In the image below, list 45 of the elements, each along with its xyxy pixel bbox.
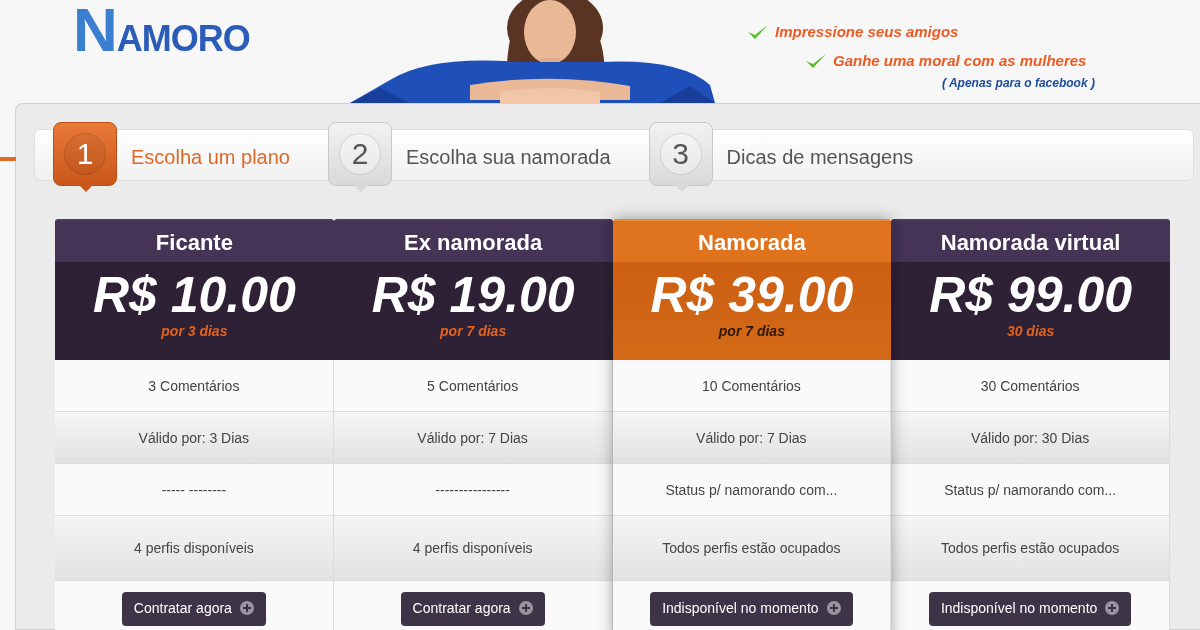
plus-icon xyxy=(239,601,254,615)
feature-text: Status p/ namorando com... xyxy=(665,481,838,498)
plan-period: 30 dias xyxy=(1005,324,1056,338)
check-icon xyxy=(747,22,769,41)
plan-button[interactable]: Contratar agora xyxy=(400,592,545,626)
tagline: Impressione seus amigos xyxy=(775,23,959,40)
plan-name: Namorada virtual xyxy=(891,221,1170,262)
plan-name: Ficante xyxy=(55,221,334,262)
tagline: Ganhe uma moral com as mulheres xyxy=(833,52,1087,69)
feature-text: 5 Comentários xyxy=(427,377,519,394)
facebook-note: ( Apenas para o facebook ) xyxy=(942,76,1096,90)
logo: NAMORO xyxy=(73,0,251,60)
feature-text: Válido por: 7 Dias xyxy=(417,429,528,446)
feature-text: Status p/ namorando com... xyxy=(944,481,1117,498)
feature-text: 3 Comentários xyxy=(148,377,240,394)
plan-button[interactable]: Contratar agora xyxy=(121,592,266,626)
feature-text: 10 Comentários xyxy=(701,377,801,394)
step-tab[interactable]: 1 Escolha um plano xyxy=(53,121,290,193)
feature-text: ---------------- xyxy=(435,481,510,498)
feature-text: Válido por: 7 Dias xyxy=(696,429,807,446)
plus-icon xyxy=(826,601,841,615)
plan-price: R$ 19.00 xyxy=(370,266,576,324)
plan-button[interactable]: Indisponível no momento xyxy=(928,592,1132,626)
plan-button[interactable]: Indisponível no momento xyxy=(650,592,853,626)
feature-text: 30 Comentários xyxy=(980,377,1080,394)
plan-price: R$ 39.00 xyxy=(649,266,855,324)
plan-period: por 7 dias xyxy=(717,324,786,338)
step-tab[interactable]: 2 Escolha sua namorada xyxy=(328,121,611,193)
plan-period: por 7 dias xyxy=(438,324,508,338)
plan-name: Ex namorada xyxy=(333,221,613,262)
feature-text: 4 perfis disponíveis xyxy=(133,540,254,556)
plus-icon xyxy=(1105,601,1120,615)
check-icon xyxy=(805,51,827,70)
feature-text: Válido por: 30 Dias xyxy=(970,429,1090,446)
plan-price: R$ 10.00 xyxy=(91,266,297,324)
plan-price: R$ 99.00 xyxy=(928,266,1134,324)
plus-icon xyxy=(518,601,533,615)
step-tab[interactable]: 3 Dicas de mensagens xyxy=(648,121,914,193)
feature-text: 4 perfis disponíveis xyxy=(412,540,533,556)
plan-name: Namorada xyxy=(612,221,892,262)
feature-text: Todos perfis estão ocupados xyxy=(941,540,1120,556)
feature-text: Todos perfis estão ocupados xyxy=(662,540,841,556)
feature-text: Válido por: 3 Dias xyxy=(138,429,250,446)
feature-text: ----- -------- xyxy=(161,481,227,498)
plan-period: por 3 dias xyxy=(160,324,229,338)
